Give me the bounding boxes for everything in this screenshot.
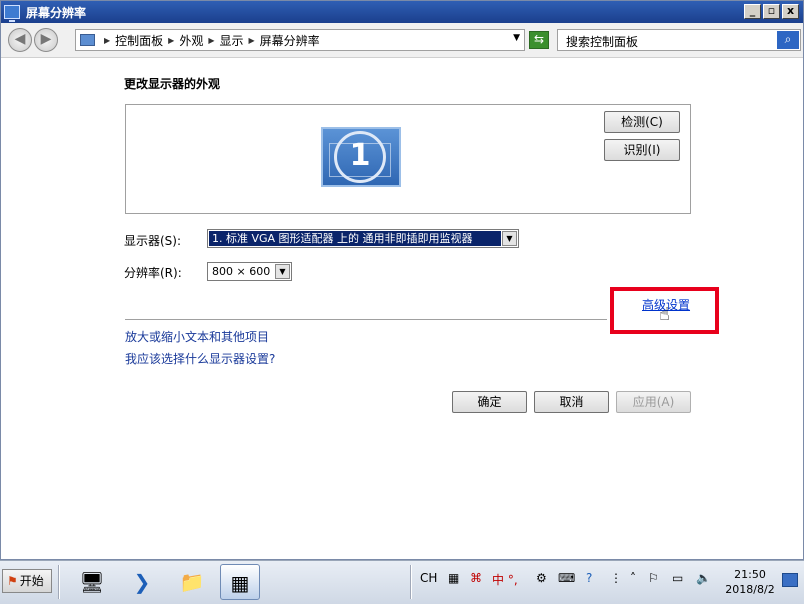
windows-flag-icon: ⚑ <box>7 574 18 588</box>
explorer-folder-icon[interactable]: 📁 <box>172 564 212 600</box>
tray-menu-icon[interactable]: ⋮ <box>610 571 622 585</box>
start-label: 开始 <box>19 574 44 588</box>
monitor-preview: 1 检测(C) 识别(I) <box>125 104 691 214</box>
minimize-button[interactable]: _ <box>744 4 761 19</box>
system-clock[interactable]: 21:50 2018/8/2 <box>720 567 780 597</box>
restore-button[interactable]: ▫ <box>763 4 780 19</box>
chevron-right-icon[interactable]: ▶ <box>104 36 110 45</box>
chevron-right-icon[interactable]: ▶ <box>249 36 255 45</box>
network-icon[interactable]: ▭ <box>672 571 683 585</box>
control-panel-taskbar-icon[interactable]: ▦ <box>220 564 260 600</box>
screen-resolution-window: 屏幕分辨率 _ ▫ x ◀ ▶ ▶ 控制面板 ▶ 外观 ▶ 显示 ▶ 屏幕分辨率… <box>0 0 804 560</box>
cancel-button[interactable]: 取消 <box>534 391 609 413</box>
chevron-down-icon[interactable]: ▼ <box>502 231 517 246</box>
display-select-value: 1. 标准 VGA 图形适配器 上的 通用非即插即用监视器 <box>209 231 501 246</box>
ime-toolbar-icon[interactable]: ▦ <box>448 571 459 585</box>
window-controls: _ ▫ x <box>744 4 799 19</box>
page-title: 更改显示器的外观 <box>124 77 221 91</box>
detect-button[interactable]: 检测(C) <box>604 111 680 133</box>
help-icon[interactable]: ? <box>586 571 592 585</box>
chevron-right-icon[interactable]: ▶ <box>168 36 174 45</box>
input-language[interactable]: CH <box>420 571 437 585</box>
chevron-right-icon[interactable]: ▶ <box>208 36 214 45</box>
refresh-button[interactable]: ⇆ <box>529 31 549 49</box>
breadcrumb-control-panel[interactable]: 控制面板 <box>115 32 163 49</box>
chevron-down-icon[interactable]: ▼ <box>275 264 290 279</box>
breadcrumb-appearance[interactable]: 外观 <box>179 32 203 49</box>
back-button[interactable]: ◀ <box>8 28 32 52</box>
clock-date: 2018/8/2 <box>725 583 775 596</box>
taskbar-separator <box>410 565 412 599</box>
display-icon <box>4 5 20 22</box>
display-settings-help-link[interactable]: 我应该选择什么显示器设置? <box>125 350 275 367</box>
resolution-label: 分辨率(R): <box>124 266 182 280</box>
breadcrumb[interactable]: ▶ 控制面板 ▶ 外观 ▶ 显示 ▶ 屏幕分辨率 ▼ <box>75 29 525 51</box>
server-manager-icon[interactable]: 🖥 <box>72 564 112 600</box>
powershell-icon[interactable]: ❯ <box>122 564 162 600</box>
resolution-select-value: 800 × 600 <box>212 265 271 278</box>
search-input[interactable]: 搜索控制面板 ⌕ <box>557 29 801 51</box>
control-panel-icon <box>80 34 95 46</box>
search-icon[interactable]: ⌕ <box>777 31 799 49</box>
main-content: 更改显示器的外观 1 检测(C) 识别(I) 显示器(S): 1. 标准 VGA… <box>1 58 803 559</box>
text-size-link[interactable]: 放大或缩小文本和其他项目 <box>125 328 269 345</box>
monitor-number: 1 <box>334 131 386 183</box>
identify-button[interactable]: 识别(I) <box>604 139 680 161</box>
address-bar: ◀ ▶ ▶ 控制面板 ▶ 外观 ▶ 显示 ▶ 屏幕分辨率 ▼ ⇆ 搜索控制面板 … <box>1 23 803 58</box>
close-button[interactable]: x <box>782 4 799 19</box>
action-center-flag-icon[interactable]: ⚐ <box>648 571 659 585</box>
ime-status[interactable]: 中 °, <box>492 571 518 588</box>
breadcrumb-display[interactable]: 显示 <box>220 32 244 49</box>
clock-time: 21:50 <box>734 568 766 581</box>
display-label: 显示器(S): <box>124 234 182 248</box>
ime-keyboard-icon[interactable]: ⌨ <box>558 571 575 585</box>
ok-button[interactable]: 确定 <box>452 391 527 413</box>
title-bar[interactable]: 屏幕分辨率 _ ▫ x <box>1 1 803 23</box>
ime-settings-icon[interactable]: ⚙ <box>536 571 547 585</box>
forward-button[interactable]: ▶ <box>34 28 58 52</box>
resolution-select[interactable]: 800 × 600 ▼ <box>207 262 292 281</box>
display-select[interactable]: 1. 标准 VGA 图形适配器 上的 通用非即插即用监视器 ▼ <box>207 229 519 248</box>
divider <box>125 319 607 320</box>
window-title: 屏幕分辨率 <box>26 5 87 20</box>
taskbar-separator <box>58 565 60 599</box>
start-button[interactable]: ⚑ 开始 <box>2 569 52 593</box>
volume-muted-icon[interactable]: 🔈 <box>696 571 711 585</box>
monitor-1-icon[interactable]: 1 <box>321 127 401 187</box>
show-hidden-icons[interactable]: ˄ <box>630 571 636 585</box>
apply-button[interactable]: 应用(A) <box>616 391 691 413</box>
breadcrumb-screen-resolution[interactable]: 屏幕分辨率 <box>260 32 320 49</box>
hand-cursor-icon: ☝ <box>659 304 670 325</box>
search-placeholder: 搜索控制面板 <box>566 35 639 49</box>
ime-mode-icon[interactable]: ⌘ <box>470 571 482 585</box>
show-desktop-button[interactable] <box>782 573 798 587</box>
taskbar: ⚑ 开始 🖥 ❯ 📁 ▦ CH ▦ ⌘ 中 °, ⚙ ⌨ ? ⋮ ˄ ⚐ ▭ 🔈 … <box>0 560 804 604</box>
chevron-down-icon[interactable]: ▼ <box>513 33 520 43</box>
